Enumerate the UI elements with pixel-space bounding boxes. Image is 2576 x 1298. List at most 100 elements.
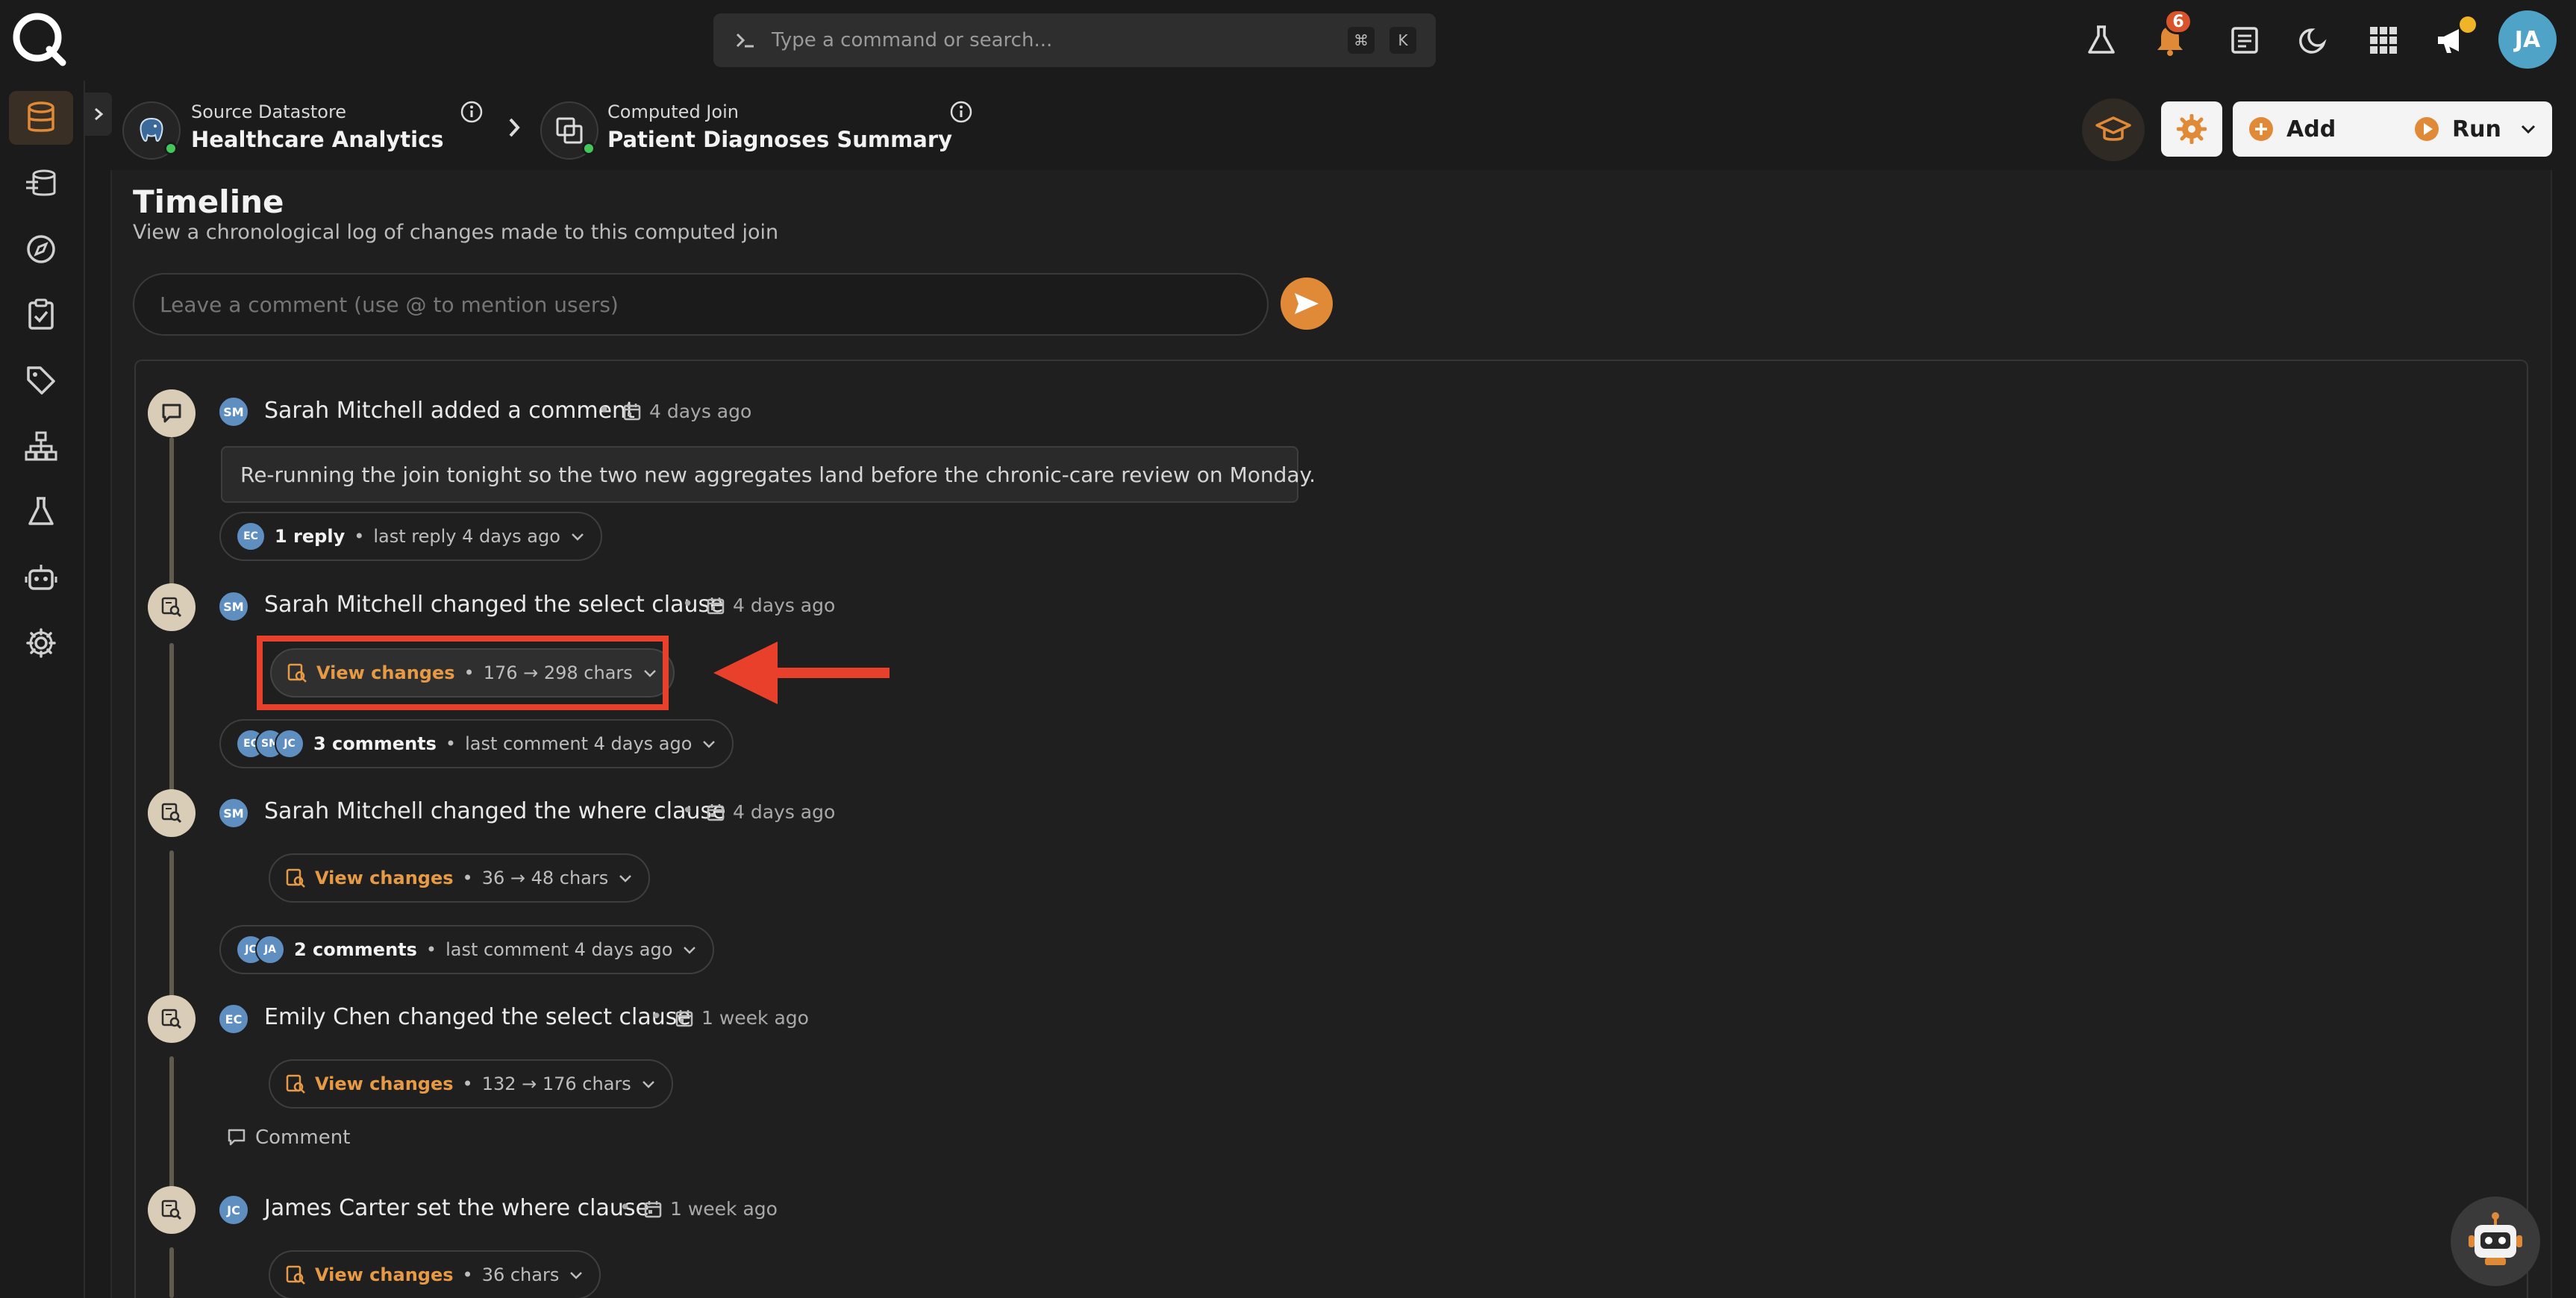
message-icon [228, 1129, 246, 1146]
calendar-icon [623, 404, 641, 421]
change-event-icon [148, 995, 196, 1043]
avatar: EC [218, 1003, 249, 1035]
change-event-icon [148, 583, 196, 631]
comments-meta: last comment 4 days ago [446, 939, 673, 960]
change-event-icon [148, 1186, 196, 1234]
view-changes-label: View changes [315, 1073, 454, 1094]
event-text: Sarah Mitchell added a comment [264, 398, 635, 424]
calendar-icon [707, 804, 725, 821]
nav-checks[interactable] [9, 288, 73, 342]
avatar: JC [218, 1194, 249, 1226]
settings-button[interactable] [2161, 101, 2222, 157]
separator-dot: • [682, 800, 694, 822]
changes-meta: 36 → 48 chars [481, 868, 609, 888]
message-icon [162, 404, 181, 423]
learn-button[interactable] [2082, 98, 2145, 161]
run-button[interactable]: Run [2398, 101, 2552, 157]
flask-icon [28, 497, 54, 525]
calendar-icon [675, 1010, 693, 1027]
chevron-down-icon [642, 1081, 654, 1088]
compass-icon [27, 235, 55, 263]
code-search-icon [161, 597, 182, 618]
reply-avatars: EC [236, 521, 266, 551]
page-title: Timeline [133, 184, 284, 220]
nav-agents[interactable] [9, 551, 73, 604]
nav-experiments[interactable] [9, 485, 73, 539]
change-event-icon [148, 789, 196, 837]
separator-dot: • [354, 526, 365, 547]
comments-toggle[interactable]: JC JA 2 comments • last comment 4 days a… [219, 925, 715, 974]
comment-avatars: JC JA [236, 935, 285, 965]
source-name[interactable]: Healthcare Analytics [191, 127, 444, 152]
separator-dot: • [598, 399, 610, 421]
assistant-bot-button[interactable] [2451, 1197, 2540, 1286]
database-icon [28, 101, 54, 132]
separator-dot: • [619, 1197, 631, 1219]
event-text: James Carter set the where clause [264, 1195, 649, 1221]
separator-dot: • [462, 1073, 473, 1094]
event-text: Sarah Mitchell changed the where clause [264, 798, 726, 824]
flow-icon [26, 169, 56, 196]
gear-icon [26, 628, 56, 658]
sidebar-expand-button[interactable] [85, 93, 112, 136]
separator-dot: • [682, 593, 694, 615]
comment-input[interactable] [133, 273, 1269, 336]
event-timestamp: 4 days ago [733, 595, 836, 616]
join-squares-icon [556, 117, 583, 144]
nav-flows[interactable] [9, 157, 73, 210]
separator-dot: • [651, 1006, 663, 1028]
computed-join-icon[interactable] [540, 101, 598, 160]
document-icon[interactable] [2225, 21, 2264, 60]
nav-settings[interactable] [9, 616, 73, 670]
calendar-icon [707, 598, 725, 615]
target-name: Patient Diagnoses Summary [607, 127, 953, 152]
chevron-right-icon [95, 107, 104, 121]
hierarchy-icon [25, 431, 57, 461]
timeline-connector [169, 643, 174, 813]
view-changes-label: View changes [315, 868, 454, 888]
shortcut-key-k: K [1389, 27, 1416, 54]
flask-icon[interactable] [2082, 21, 2121, 60]
nav-explore[interactable] [9, 222, 73, 276]
comment-body: Re-running the join tonight so the two n… [221, 446, 1316, 503]
view-changes-button[interactable]: View changes • 36 → 48 chars [269, 853, 651, 903]
view-changes-button[interactable]: View changes • 36 chars [269, 1250, 601, 1298]
join-info-icon[interactable] [949, 100, 973, 124]
event-timestamp: 1 week ago [701, 1007, 809, 1029]
app-logo[interactable] [10, 10, 67, 67]
add-comment-label: Comment [255, 1126, 351, 1149]
comments-count: 3 comments [313, 733, 437, 754]
chevron-down-icon [572, 533, 584, 541]
avatar: EC [236, 521, 266, 551]
timeline-connector [169, 437, 174, 606]
moon-icon[interactable] [2294, 21, 2333, 60]
join-status-dot [582, 142, 595, 155]
event-timestamp: 4 days ago [649, 401, 752, 422]
diff-icon [286, 1074, 305, 1094]
source-datastore-icon[interactable] [122, 101, 181, 160]
event-timestamp: 1 week ago [670, 1198, 778, 1220]
avatar: SM [218, 591, 249, 622]
apps-grid-icon[interactable] [2364, 21, 2403, 60]
comments-toggle[interactable]: EC SM JC 3 comments • last comment 4 day… [219, 719, 734, 768]
nav-datastores[interactable] [9, 91, 73, 145]
add-comment-link[interactable]: Comment [227, 1126, 350, 1149]
chevron-down-icon [684, 947, 696, 954]
code-search-icon [161, 1009, 182, 1029]
command-search-input[interactable]: Type a command or search... ⌘ K [713, 13, 1436, 67]
nav-lineage[interactable] [9, 419, 73, 473]
send-comment-button[interactable] [1281, 278, 1333, 330]
left-navigation [0, 81, 85, 1298]
source-info-icon[interactable] [460, 100, 484, 124]
view-changes-button[interactable]: View changes • 132 → 176 chars [269, 1059, 673, 1109]
chevron-down-icon [570, 1272, 583, 1279]
replies-toggle[interactable]: EC 1 reply • last reply 4 days ago [219, 512, 602, 561]
avatar: SM [218, 797, 249, 829]
changes-meta: 132 → 176 chars [481, 1073, 631, 1094]
nav-tags[interactable] [9, 354, 73, 407]
changes-meta: 36 chars [481, 1264, 560, 1285]
notification-badge: 6 [2164, 9, 2192, 34]
event-timestamp: 4 days ago [733, 801, 836, 823]
comment-event-icon [148, 389, 196, 437]
user-avatar[interactable]: JA [2498, 10, 2557, 69]
